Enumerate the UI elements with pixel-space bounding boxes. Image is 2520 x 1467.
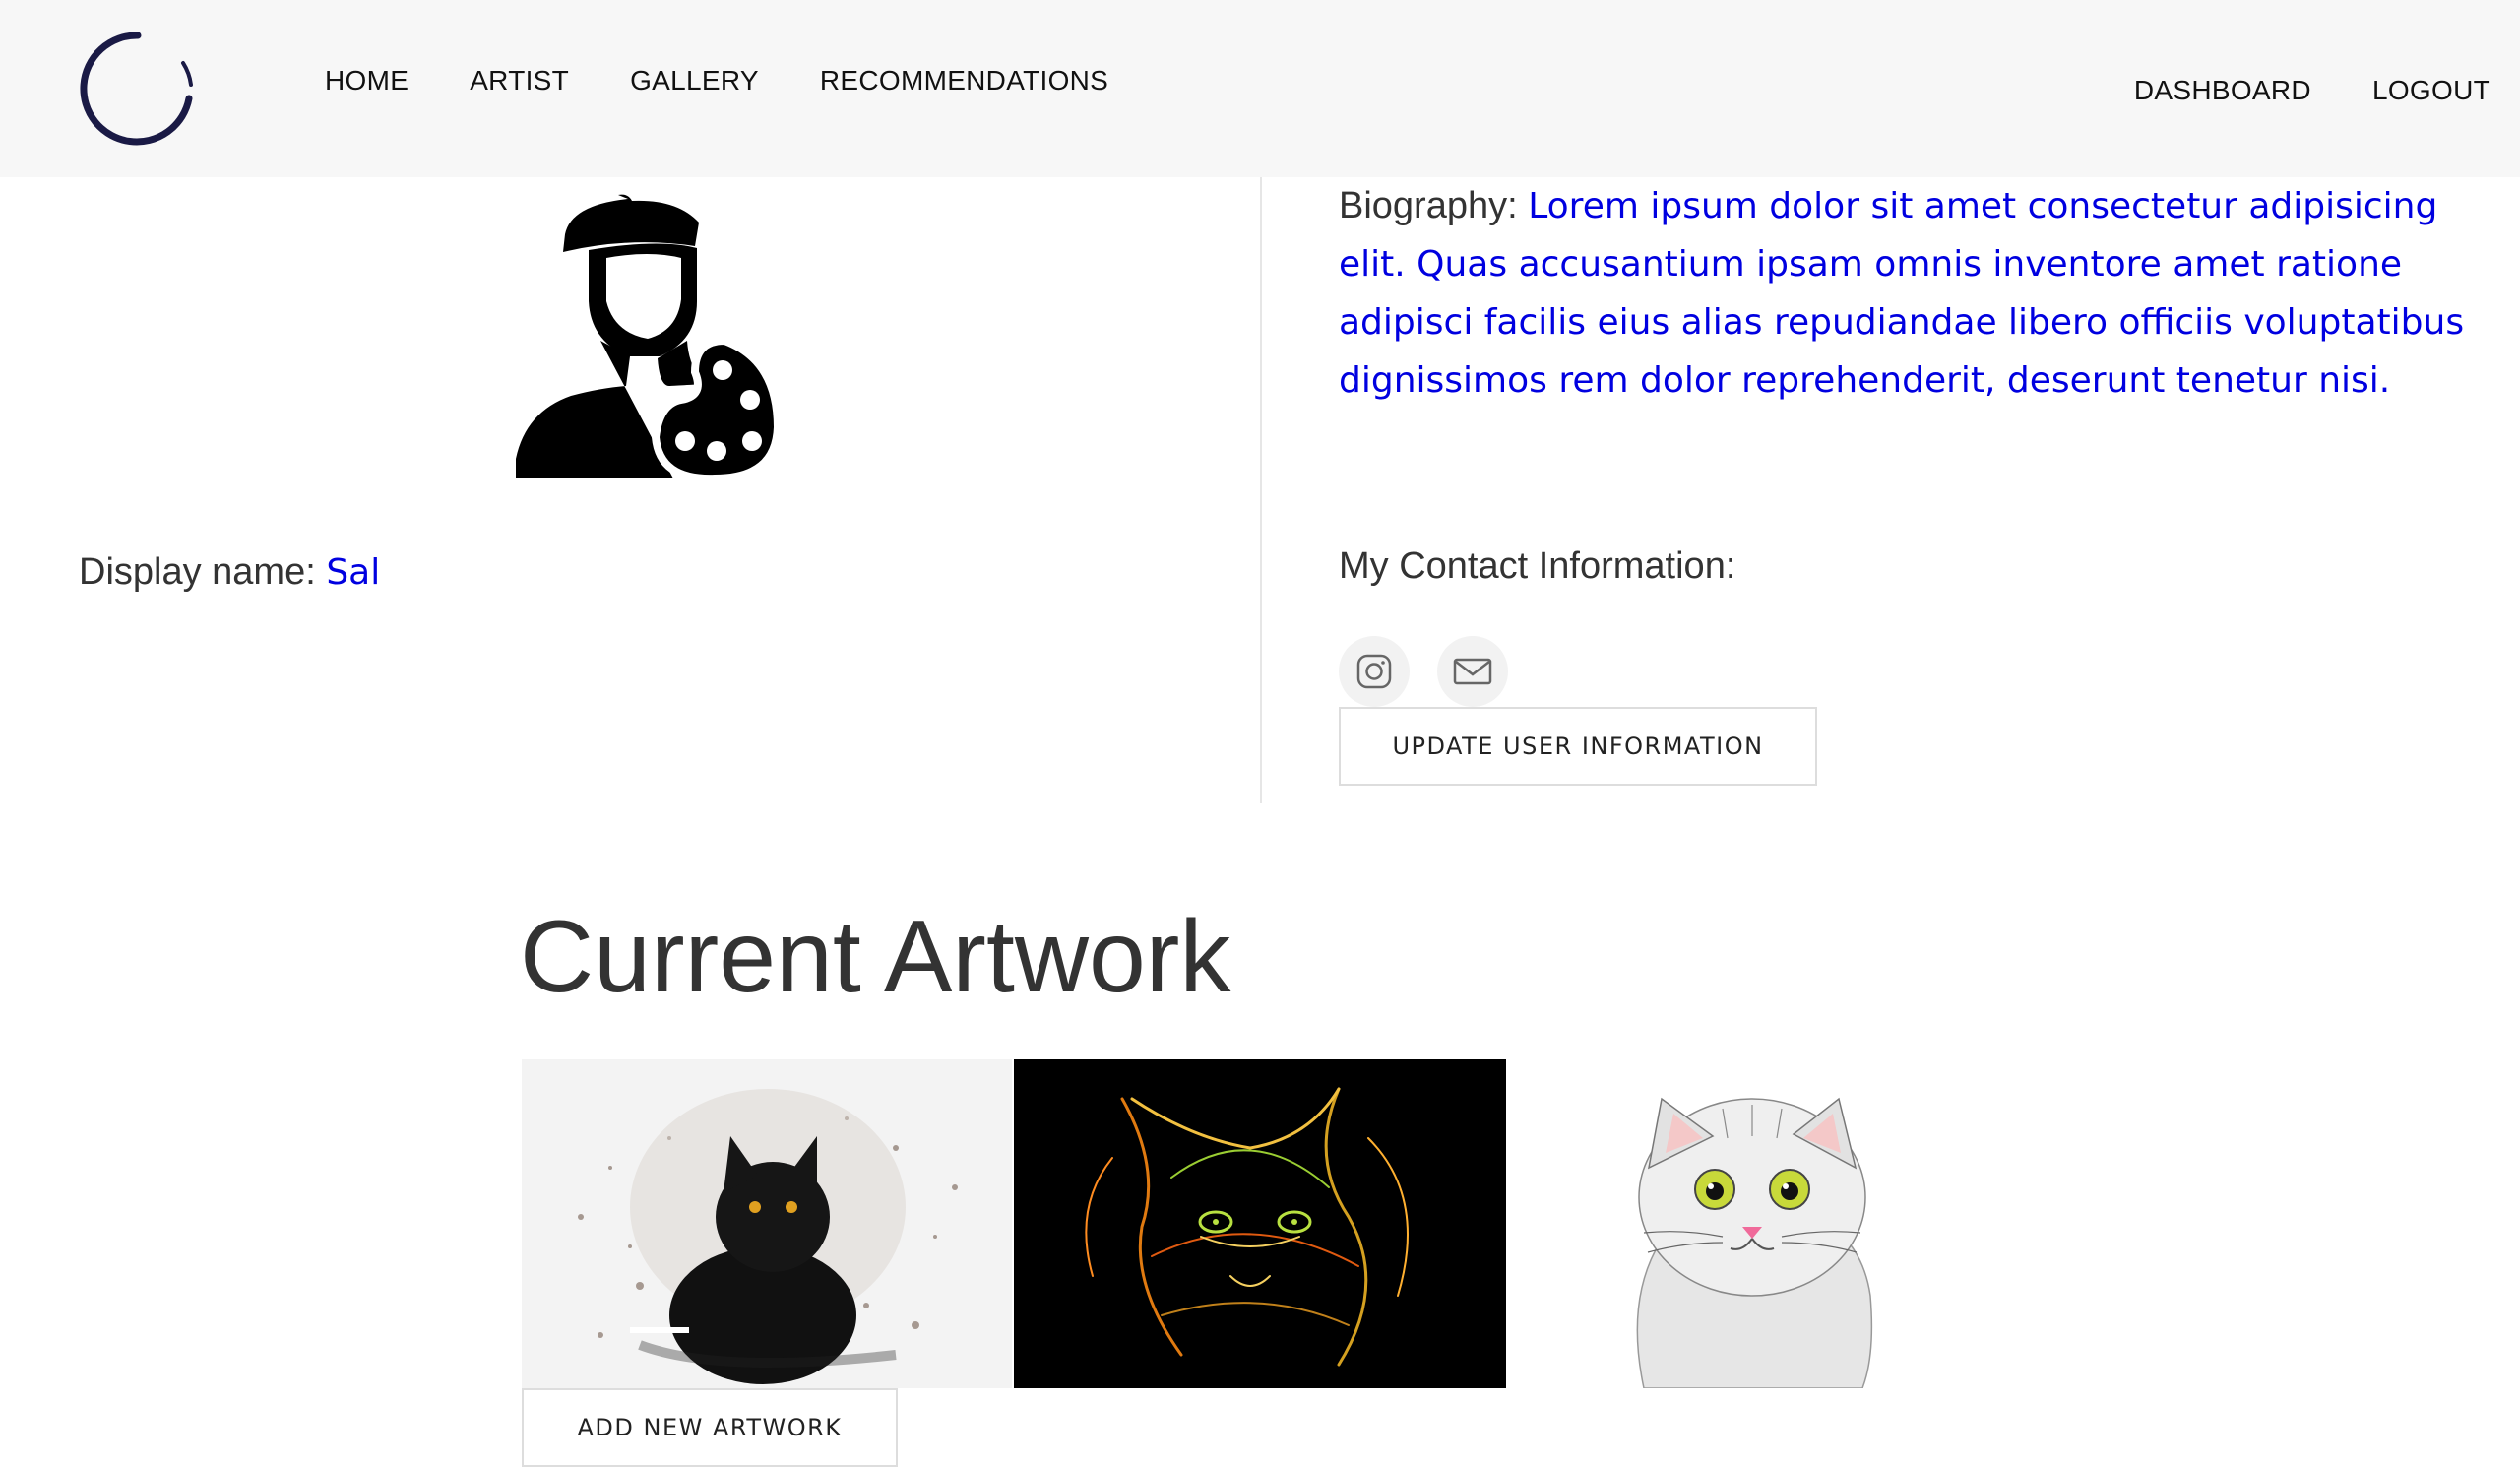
nav-dashboard[interactable]: DASHBOARD — [2134, 75, 2311, 106]
artwork-cartoon-grey-cat[interactable] — [1605, 1059, 1900, 1388]
contact-heading: My Contact Information: — [1339, 545, 1736, 587]
instagram-icon — [1356, 654, 1392, 689]
email-icon — [1453, 658, 1492, 685]
instagram-button[interactable] — [1339, 636, 1410, 707]
current-artwork-heading: Current Artwork — [520, 900, 1231, 1014]
main-nav: HOME ARTIST GALLERY RECOMMENDATIONS — [325, 65, 1169, 96]
site-logo[interactable] — [77, 28, 199, 150]
biography-label: Biography: — [1339, 185, 1518, 226]
artwork-neon-fractal-cat[interactable] — [1014, 1059, 1506, 1388]
nav-recommendations[interactable]: RECOMMENDATIONS — [820, 65, 1108, 96]
column-divider — [1260, 177, 1262, 803]
artist-avatar-icon — [516, 194, 780, 478]
artwork-watercolor-black-cat[interactable] — [522, 1059, 1012, 1388]
navbar: HOME ARTIST GALLERY RECOMMENDATIONS DASH… — [0, 0, 2520, 177]
cartoon-cat-image — [1605, 1059, 1900, 1388]
display-name-value: Sal — [326, 552, 381, 593]
watercolor-cat-image — [522, 1059, 1012, 1388]
display-name-row: Display name: Sal — [79, 551, 380, 594]
nav-artist[interactable]: ARTIST — [470, 65, 569, 96]
display-name-label: Display name: — [79, 551, 316, 593]
nav-logout[interactable]: LOGOUT — [2372, 75, 2490, 106]
fractal-cat-image — [1014, 1059, 1506, 1388]
add-new-artwork-button[interactable]: ADD NEW ARTWORK — [522, 1388, 898, 1467]
biography: Biography: Lorem ipsum dolor sit amet co… — [1339, 177, 2471, 410]
email-button[interactable] — [1437, 636, 1508, 707]
nav-home[interactable]: HOME — [325, 65, 409, 96]
user-nav: DASHBOARD LOGOUT — [2134, 75, 2520, 106]
update-user-info-button[interactable]: UPDATE USER INFORMATION — [1339, 707, 1817, 786]
nav-gallery[interactable]: GALLERY — [630, 65, 759, 96]
